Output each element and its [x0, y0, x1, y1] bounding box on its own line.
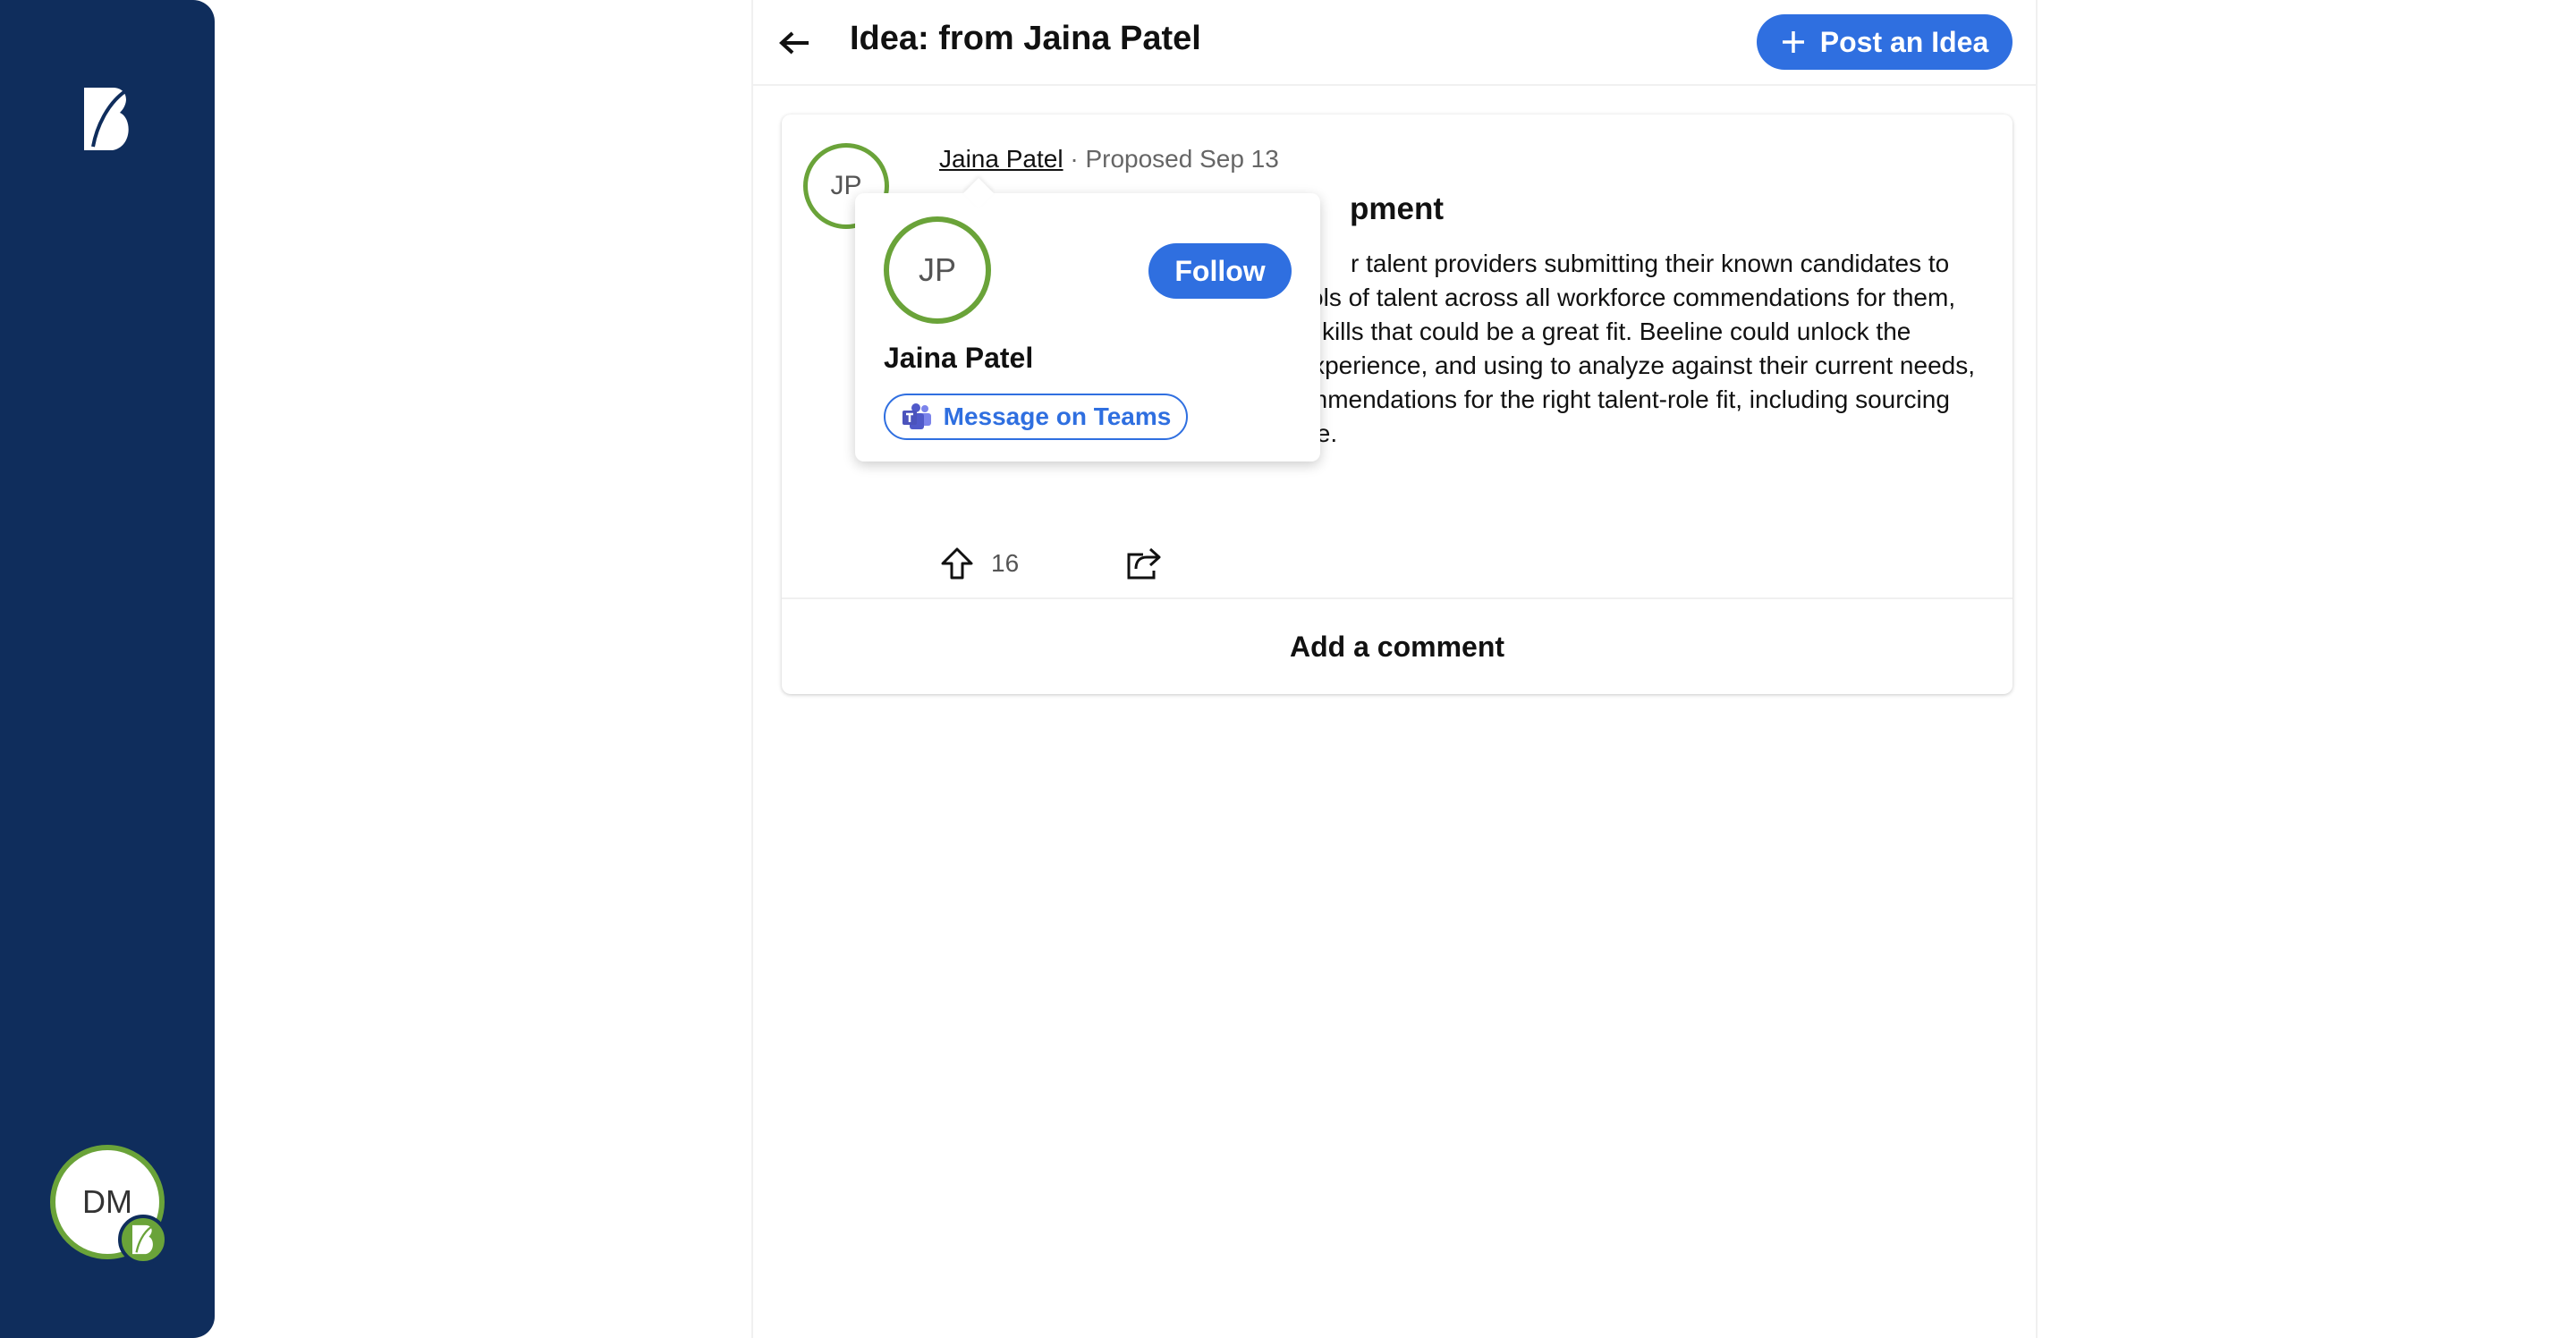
upvote-count: 16	[991, 549, 1020, 577]
popover-initials: JP	[918, 251, 956, 288]
idea-actions: 16	[939, 544, 1208, 583]
beeline-badge-icon	[118, 1215, 168, 1265]
teams-icon	[902, 403, 931, 429]
follow-button[interactable]: Follow	[1148, 243, 1292, 299]
message-on-teams-button[interactable]: Message on Teams	[884, 394, 1188, 440]
idea-meta: Jaina Patel · Proposed Sep 13	[939, 145, 1279, 174]
arrow-left-icon[interactable]	[778, 27, 810, 59]
author-popover: JP Follow Jaina Patel Message on Teams	[855, 178, 1320, 462]
popover-avatar: JP	[884, 216, 991, 324]
add-comment-button[interactable]: Add a comment	[782, 599, 2012, 694]
beeline-logo-icon[interactable]	[80, 84, 134, 154]
author-link[interactable]: Jaina Patel	[939, 145, 1063, 173]
plus-icon	[1782, 31, 1804, 53]
teams-label: Message on Teams	[943, 402, 1172, 430]
share-icon[interactable]	[1125, 546, 1163, 581]
arrow-up-icon[interactable]	[939, 546, 975, 581]
follow-label: Follow	[1174, 254, 1266, 287]
user-initials: DM	[82, 1183, 132, 1220]
page-title: Idea: from Jaina Patel	[850, 20, 1201, 57]
meta-separator: ·	[1070, 145, 1079, 173]
post-idea-button[interactable]: Post an Idea	[1757, 14, 2012, 70]
top-bar: Idea: from Jaina Patel Post an Idea	[753, 0, 2036, 86]
idea-title-text: pment	[1350, 191, 1444, 226]
sidebar: DM	[0, 0, 215, 1338]
popover-name: Jaina Patel	[884, 342, 1034, 374]
proposed-date: Proposed Sep 13	[1085, 145, 1279, 173]
post-idea-label: Post an Idea	[1819, 25, 1989, 58]
add-comment-label: Add a comment	[1289, 630, 1505, 663]
